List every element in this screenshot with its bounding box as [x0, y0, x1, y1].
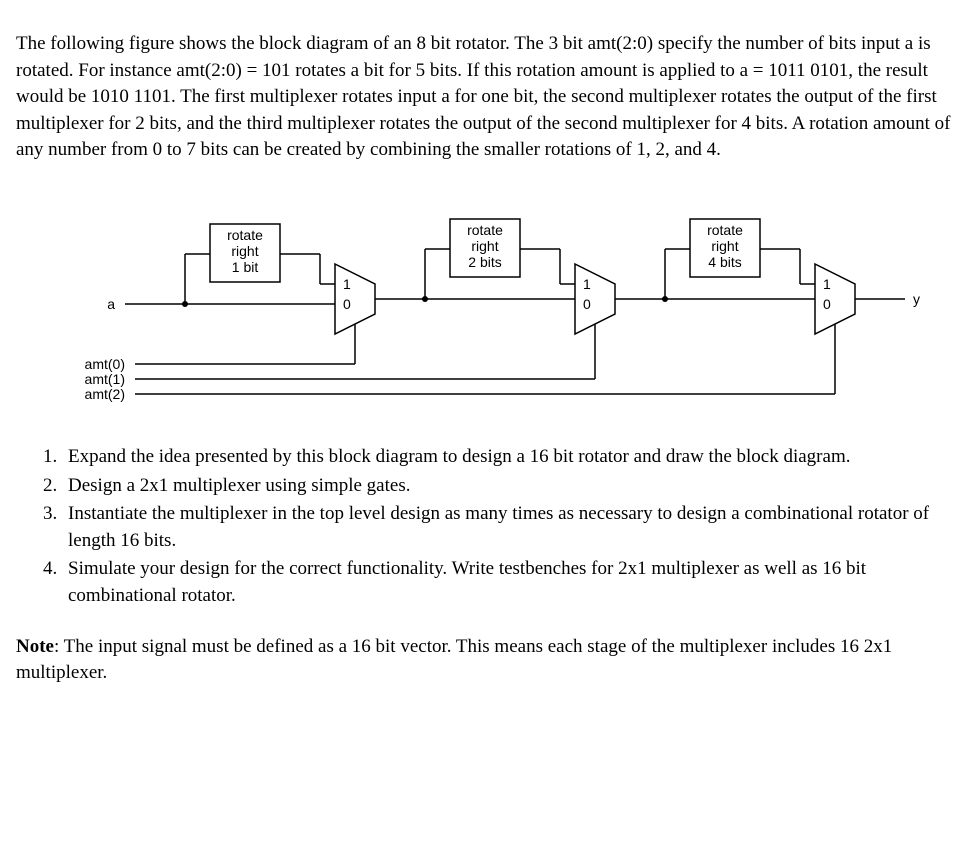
amt2-label: amt(2) — [84, 386, 124, 402]
mux2-in1: 1 — [583, 276, 591, 292]
stage3-line1: rotate — [707, 222, 743, 238]
stage1-line3: 1 bit — [231, 259, 258, 275]
stage2-line3: 2 bits — [468, 254, 501, 270]
stage1-line2: right — [231, 243, 258, 259]
input-a-label: a — [107, 296, 115, 312]
note-text: : The input signal must be defined as a … — [16, 636, 892, 684]
mux2-in0: 0 — [583, 296, 591, 312]
mux3-in0: 0 — [823, 296, 831, 312]
mux3-in1: 1 — [823, 276, 831, 292]
question-1: Expand the idea presented by this block … — [62, 444, 953, 471]
question-2: Design a 2x1 multiplexer using simple ga… — [62, 473, 953, 500]
block-diagram: a rotate right 1 bit 1 0 rotate right 2 … — [16, 194, 953, 404]
mux1-in1: 1 — [343, 276, 351, 292]
mux1-in0: 0 — [343, 296, 351, 312]
stage2-line2: right — [471, 238, 498, 254]
stage3-line3: 4 bits — [708, 254, 741, 270]
stage2-line1: rotate — [467, 222, 503, 238]
amt0-label: amt(0) — [84, 356, 124, 372]
rotator-diagram-svg: a rotate right 1 bit 1 0 rotate right 2 … — [35, 194, 935, 404]
stage1-line1: rotate — [227, 227, 263, 243]
question-list: Expand the idea presented by this block … — [16, 444, 953, 610]
question-3: Instantiate the multiplexer in the top l… — [62, 501, 953, 554]
stage3-line2: right — [711, 238, 738, 254]
output-y-label: y — [913, 291, 920, 307]
amt1-label: amt(1) — [84, 371, 124, 387]
note-bold: Note — [16, 636, 54, 657]
question-4: Simulate your design for the correct fun… — [62, 556, 953, 609]
note-paragraph: Note: The input signal must be defined a… — [16, 634, 953, 687]
problem-description: The following figure shows the block dia… — [16, 31, 953, 164]
